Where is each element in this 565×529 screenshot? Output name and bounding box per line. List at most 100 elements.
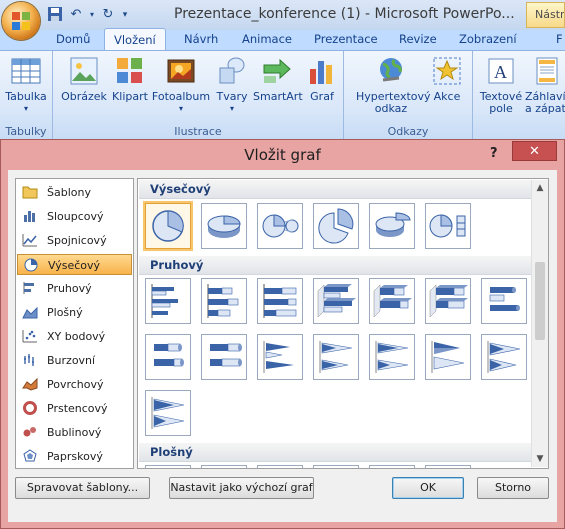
undo-dropdown-icon[interactable]: ▾ xyxy=(88,6,96,24)
category-spojnicovy[interactable]: Spojnicový xyxy=(17,230,132,251)
chart-type-stacked-pyramid-bar[interactable] xyxy=(481,334,527,380)
chart-type-3d-clustered-bar[interactable] xyxy=(313,278,359,324)
chart-type-area[interactable] xyxy=(145,465,191,469)
cancel-button[interactable]: Storno xyxy=(477,477,549,499)
section-header-bar: Pruhový xyxy=(139,256,531,275)
insert-chart-dialog: Vložit graf ? ✕ Šablony Sloupcový Spojni… xyxy=(0,139,565,529)
chart-type-100-stacked-cone-bar[interactable] xyxy=(369,334,415,380)
save-icon[interactable] xyxy=(46,6,64,24)
office-button[interactable] xyxy=(2,2,40,40)
chart-type-100-stacked-bar[interactable] xyxy=(257,278,303,324)
chart-type-clustered-cone-bar[interactable] xyxy=(257,334,303,380)
category-paprskovy[interactable]: Paprskový xyxy=(17,446,132,467)
close-button[interactable]: ✕ xyxy=(512,141,557,161)
manage-templates-button[interactable]: Spravovat šablony... xyxy=(15,477,150,499)
area-thumb-icon xyxy=(146,466,190,469)
stacked-100-area-3d-thumb-icon xyxy=(426,466,470,469)
category-bublinovy[interactable]: Bublinový xyxy=(17,422,132,443)
group-odkazy: Hypertextový odkaz Akce Odkazy xyxy=(344,51,473,139)
tab-format[interactable]: F xyxy=(556,30,563,50)
category-sablony[interactable]: Šablony xyxy=(17,182,132,203)
tab-zobrazeni[interactable]: Zobrazení xyxy=(459,30,517,50)
chart-type-exploded-pie[interactable] xyxy=(313,203,359,249)
smartart-icon xyxy=(263,58,291,83)
category-xy-bodovy[interactable]: XY bodový xyxy=(17,326,132,347)
chart-type-100-stacked-cylinder-bar[interactable] xyxy=(201,334,247,380)
chart-type-clustered-cylinder-bar[interactable] xyxy=(481,278,527,324)
chart-type-100-stacked-area[interactable] xyxy=(257,465,303,468)
category-plosny[interactable]: Plošný xyxy=(17,302,132,323)
area-chart-icon xyxy=(22,306,38,319)
tab-domu[interactable]: Domů xyxy=(56,30,90,50)
chart-type-clustered-pyramid-bar[interactable] xyxy=(425,334,471,380)
stacked-area-thumb-icon xyxy=(202,466,246,469)
category-sloupcovy[interactable]: Sloupcový xyxy=(17,206,132,227)
photo-album-button[interactable]: Fotoalbum ▾ xyxy=(151,55,211,115)
table-icon xyxy=(11,58,41,84)
clustered-bar-thumb-icon xyxy=(151,284,178,318)
tab-revize[interactable]: Revize xyxy=(399,30,437,50)
stacked-100-cone-bar-thumb-icon xyxy=(375,341,409,373)
scrollbar-thumb[interactable] xyxy=(535,262,545,340)
scroll-up-icon[interactable]: ▲ xyxy=(532,180,548,196)
stacked-100-bar-thumb-icon xyxy=(263,284,297,318)
svg-text:A: A xyxy=(494,62,507,82)
chart-type-stacked-cone-bar[interactable] xyxy=(313,334,359,380)
chart-type-exploded-pie-3d[interactable] xyxy=(369,203,415,249)
category-povrchovy[interactable]: Povrchový xyxy=(17,374,132,395)
table-button[interactable]: Tabulka ▾ xyxy=(5,55,47,115)
shapes-button[interactable]: Tvary ▾ xyxy=(215,55,249,115)
tab-vlozeni[interactable]: Vložení xyxy=(104,28,166,51)
picture-button[interactable]: Obrázek xyxy=(61,55,107,103)
window-title: Prezentace_konference (1) - Microsoft Po… xyxy=(174,6,515,22)
chart-type-3d-100-stacked-bar[interactable] xyxy=(425,278,471,324)
category-prstencovy[interactable]: Prstencový xyxy=(17,398,132,419)
scroll-down-icon[interactable]: ▼ xyxy=(532,451,548,467)
pyramid-bar-thumb-icon xyxy=(431,341,465,373)
clipart-icon xyxy=(117,58,142,83)
chart-type-pie-of-pie[interactable] xyxy=(257,203,303,249)
stock-chart-icon xyxy=(24,354,34,366)
category-vysecovy[interactable]: Výsečový xyxy=(17,254,132,275)
stacked-bar-3d-thumb-icon xyxy=(373,284,412,318)
chart-type-bar-of-pie[interactable] xyxy=(425,203,471,249)
smartart-button[interactable]: SmartArt xyxy=(253,55,303,103)
chart-type-pie[interactable] xyxy=(145,203,191,249)
chart-type-3d-100-stacked-area[interactable] xyxy=(425,465,471,469)
group-ilustrace: Obrázek Klipart Fotoalbum ▾ Tvary ▾ Smar… xyxy=(53,51,344,139)
chart-type-pie-3d[interactable] xyxy=(201,203,247,249)
stacked-bar-thumb-icon xyxy=(207,284,239,318)
chart-type-3d-area[interactable] xyxy=(313,465,359,468)
hyperlink-button[interactable]: Hypertextový odkaz xyxy=(356,55,431,115)
action-button[interactable]: Akce xyxy=(430,55,464,103)
redo-icon[interactable]: ↻ xyxy=(99,6,117,24)
chart-type-100-stacked-pyramid-bar[interactable] xyxy=(145,390,191,436)
dialog-body: Šablony Sloupcový Spojnicový Výsečový Pr… xyxy=(8,170,557,522)
chart-icon xyxy=(310,61,332,84)
set-default-chart-button[interactable]: Nastavit jako výchozí graf xyxy=(169,477,314,499)
contextual-tab-header: Nástro xyxy=(526,2,565,28)
tab-prezentace[interactable]: Prezentace xyxy=(314,30,378,50)
header-footer-button[interactable]: Záhlaví a zápatí xyxy=(525,55,565,115)
help-button[interactable]: ? xyxy=(490,146,498,161)
undo-icon[interactable]: ↶ xyxy=(67,6,85,24)
chart-button[interactable]: Graf xyxy=(306,55,338,103)
gallery-scrollbar[interactable]: ▲ ▼ xyxy=(531,180,548,467)
radar-chart-icon xyxy=(23,449,37,462)
textbox-button[interactable]: A Textové pole xyxy=(479,55,523,115)
chart-type-3d-stacked-bar[interactable] xyxy=(369,278,415,324)
chart-type-stacked-area[interactable] xyxy=(201,465,247,469)
group-text: A Textové pole Záhlaví a zápatí xyxy=(473,51,565,139)
chart-type-stacked-cylinder-bar[interactable] xyxy=(145,334,191,380)
chart-type-3d-stacked-area[interactable] xyxy=(369,465,415,468)
clipart-button[interactable]: Klipart xyxy=(111,55,149,103)
qat-customize-icon[interactable]: ▾ xyxy=(120,6,130,24)
tab-navrh[interactable]: Návrh xyxy=(184,30,218,50)
chart-type-stacked-bar[interactable] xyxy=(201,278,247,324)
ok-button[interactable]: OK xyxy=(392,477,464,499)
chart-type-clustered-bar[interactable] xyxy=(145,278,191,324)
stacked-100-cylinder-bar-thumb-icon xyxy=(210,343,242,367)
category-pruhovy[interactable]: Pruhový xyxy=(17,278,132,299)
category-burzovni[interactable]: Burzovní xyxy=(17,350,132,371)
tab-animace[interactable]: Animace xyxy=(242,30,292,50)
